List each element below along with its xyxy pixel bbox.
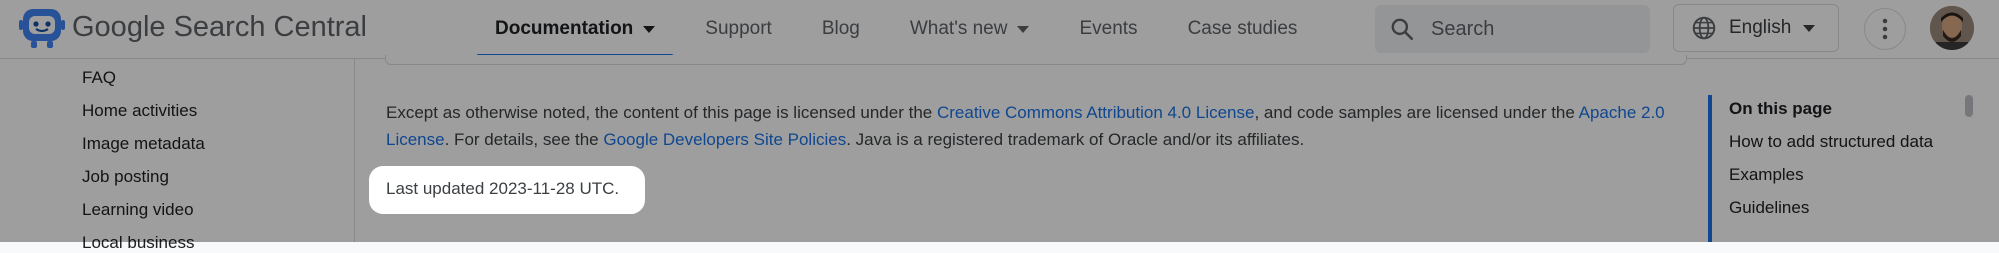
chevron-down-icon [643, 25, 656, 33]
site-policies-link[interactable]: Google Developers Site Policies [603, 130, 846, 149]
content-box-bottom-edge [385, 55, 1687, 65]
search-central-robot-icon[interactable] [19, 7, 65, 49]
nav-label: Documentation [495, 18, 634, 39]
top-nav: Documentation Support Blog What's new Ev… [470, 0, 1322, 58]
sidebar-item-image-metadata[interactable]: Image metadata [82, 134, 205, 154]
license-text: Except as otherwise noted, the content o… [386, 103, 937, 122]
main-content: Except as otherwise noted, the content o… [355, 55, 1700, 242]
nav-support[interactable]: Support [680, 0, 797, 58]
search-input[interactable] [1429, 16, 1633, 42]
nav-whats-new[interactable]: What's new [885, 0, 1055, 58]
left-sidebar: FAQ Home activities Image metadata Job p… [0, 59, 355, 252]
last-updated-text: Last updated 2023-11-28 UTC. [386, 179, 620, 198]
search-icon[interactable] [1389, 16, 1415, 42]
cc-license-link[interactable]: Creative Commons Attribution 4.0 License [937, 103, 1255, 122]
license-text: . For details, see the [444, 130, 604, 149]
toc-item-how-to-add[interactable]: How to add structured data [1729, 132, 1933, 152]
sidebar-item-job-posting[interactable]: Job posting [82, 167, 169, 187]
nav-blog[interactable]: Blog [797, 0, 885, 58]
toc-item-examples[interactable]: Examples [1729, 165, 1804, 185]
sidebar-item-faq[interactable]: FAQ [82, 68, 116, 88]
brand-name[interactable]: Google Search Central [72, 11, 367, 44]
nav-label: Support [705, 18, 772, 39]
more-vert-icon [1882, 18, 1888, 40]
last-updated-highlight: Last updated 2023-11-28 UTC. [369, 166, 645, 214]
site-header: Google Search Central Documentation Supp… [0, 0, 1999, 59]
toc-active-indicator [1708, 95, 1712, 242]
avatar-image [1930, 6, 1974, 50]
toc-item-guidelines[interactable]: Guidelines [1729, 198, 1809, 218]
nav-label: Events [1079, 18, 1138, 39]
language-selector[interactable]: English [1673, 4, 1839, 52]
more-options-button[interactable] [1864, 8, 1906, 50]
nav-label: What's new [909, 18, 1008, 39]
search-box[interactable] [1375, 5, 1650, 53]
nav-label: Blog [821, 18, 860, 39]
user-avatar[interactable] [1930, 6, 1974, 50]
sidebar-item-learning-video[interactable]: Learning video [82, 200, 194, 220]
table-of-contents: On this page How to add structured data … [1700, 59, 1999, 242]
license-text: , and code samples are licensed under th… [1254, 103, 1579, 122]
toc-title: On this page [1729, 99, 1832, 118]
globe-icon [1692, 16, 1716, 40]
toc-scrollbar[interactable] [1965, 95, 1973, 117]
nav-documentation[interactable]: Documentation [470, 0, 680, 58]
sidebar-item-home-activities[interactable]: Home activities [82, 101, 197, 121]
license-text: . Java is a registered trademark of Orac… [846, 130, 1305, 149]
license-notice: Except as otherwise noted, the content o… [386, 99, 1676, 153]
nav-events[interactable]: Events [1054, 0, 1162, 58]
language-label: English [1729, 17, 1792, 38]
chevron-down-icon [1017, 25, 1030, 33]
nav-case-studies[interactable]: Case studies [1163, 0, 1323, 58]
nav-label: Case studies [1187, 18, 1298, 39]
chevron-down-icon [1803, 24, 1816, 32]
sidebar-item-local-business[interactable]: Local business [82, 233, 194, 253]
